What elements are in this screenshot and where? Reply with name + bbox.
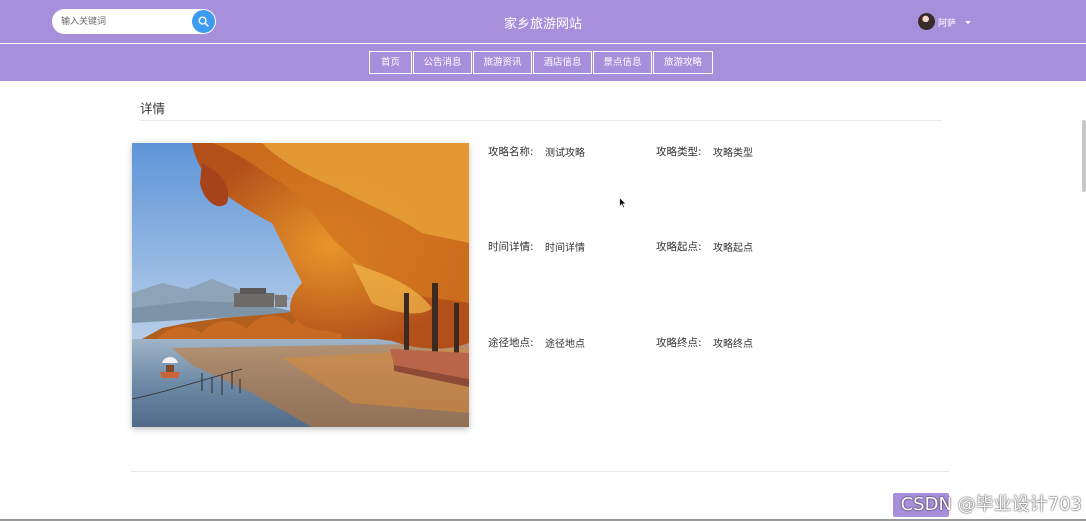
field-label-guide-name: 攻略名称:	[488, 146, 534, 158]
detail-photo	[132, 143, 469, 427]
field-value-time-details: 时间详情	[545, 243, 585, 254]
nav-item-home[interactable]: 首页	[369, 51, 412, 74]
scrollbar-thumb[interactable]	[1082, 120, 1086, 192]
field-label-waypoints: 途径地点:	[488, 337, 534, 349]
avatar[interactable]	[918, 13, 935, 30]
nav-item-notices[interactable]: 公告消息	[413, 51, 472, 74]
chevron-down-icon[interactable]	[965, 21, 971, 24]
field-value-waypoints: 途径地点	[545, 339, 585, 350]
watermark: CSDN @毕业设计703	[900, 494, 1082, 515]
field-label-time-details: 时间详情:	[488, 241, 534, 253]
section-title: 详情	[140, 101, 166, 116]
field-label-end-point: 攻略终点:	[656, 337, 702, 349]
mouse-cursor-icon	[619, 197, 627, 209]
nav-item-travel-guides[interactable]: 旅游攻略	[653, 51, 713, 74]
field-value-guide-type: 攻略类型	[713, 148, 753, 159]
main-nav: 首页 公告消息 旅游资讯 酒店信息 景点信息 旅游攻略	[0, 44, 1086, 81]
field-value-start-point: 攻略起点	[713, 243, 753, 254]
field-value-guide-name: 测试攻略	[545, 148, 585, 159]
nav-item-attractions[interactable]: 景点信息	[593, 51, 652, 74]
username[interactable]: 阿萨	[938, 16, 956, 29]
section-divider	[140, 120, 942, 121]
nav-items: 首页 公告消息 旅游资讯 酒店信息 景点信息 旅游攻略	[369, 51, 713, 74]
field-label-start-point: 攻略起点:	[656, 241, 702, 253]
field-value-end-point: 攻略终点	[713, 339, 753, 350]
bottom-divider	[131, 471, 949, 472]
top-header: 家乡旅游网站 阿萨	[0, 0, 1086, 43]
field-label-guide-type: 攻略类型:	[656, 146, 702, 158]
nav-item-travel-news[interactable]: 旅游资讯	[473, 51, 532, 74]
nav-item-hotels[interactable]: 酒店信息	[533, 51, 592, 74]
